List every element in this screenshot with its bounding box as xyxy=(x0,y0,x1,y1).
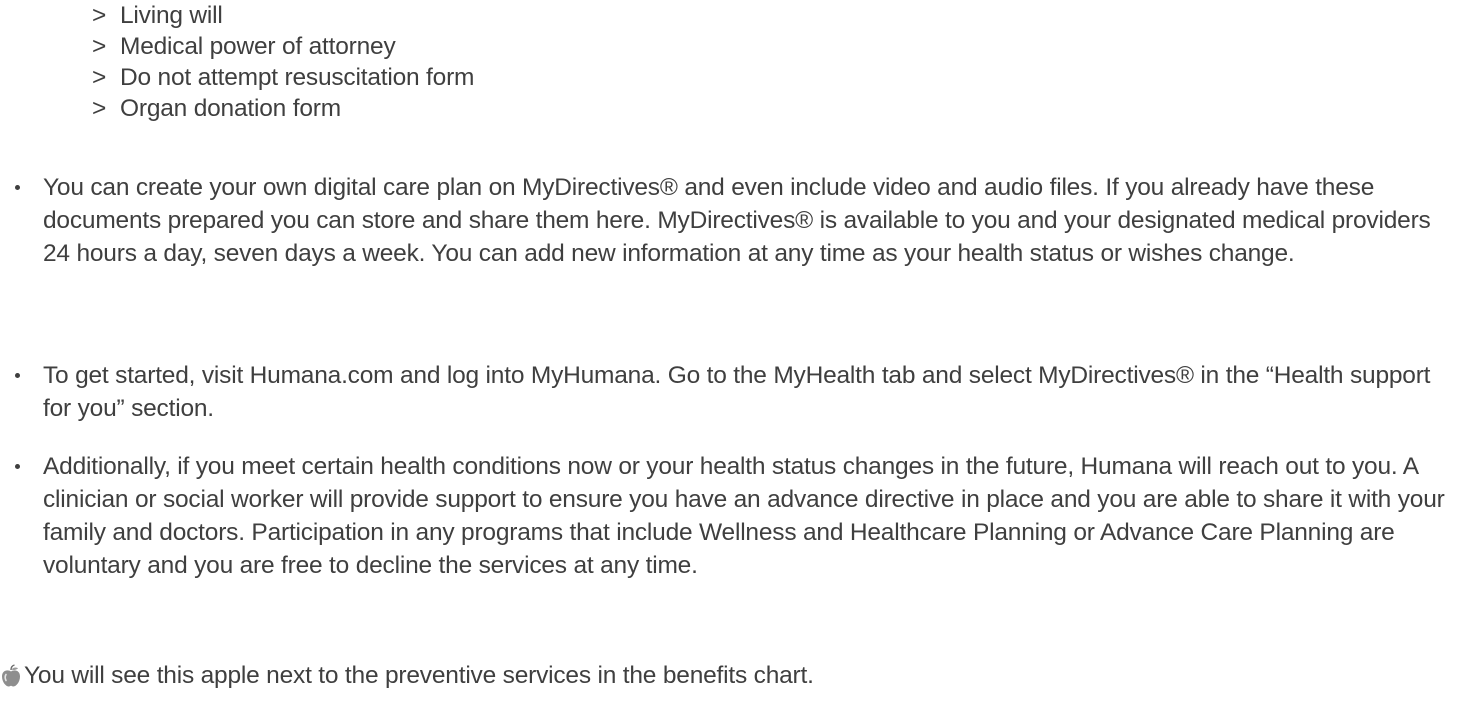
list-item: > Medical power of attorney xyxy=(92,31,474,62)
list-item-label: Do not attempt resuscitation form xyxy=(120,64,475,91)
chevron-right-icon: > xyxy=(92,33,107,60)
list-item-label: Living will xyxy=(120,2,223,29)
list-item-label: Organ donation form xyxy=(120,95,341,122)
list-item: > Living will xyxy=(92,0,474,31)
bullet-icon xyxy=(15,373,20,378)
document-page: > Living will > Medical power of attorne… xyxy=(0,0,1460,702)
footnote-text: You will see this apple next to the prev… xyxy=(24,662,814,689)
list-item: > Do not attempt resuscitation form xyxy=(92,62,474,93)
bullet-icon xyxy=(15,185,20,190)
footnote: You will see this apple next to the prev… xyxy=(0,659,814,692)
apple-icon xyxy=(2,663,20,686)
bullet-icon xyxy=(15,464,20,469)
bullet-text: To get started, visit Humana.com and log… xyxy=(43,362,1431,422)
chevron-right-icon: > xyxy=(92,64,107,91)
bullet-text: You can create your own digital care pla… xyxy=(43,174,1431,267)
list-item: > Organ donation form xyxy=(92,93,474,124)
directive-forms-list: > Living will > Medical power of attorne… xyxy=(92,0,474,124)
chevron-right-icon: > xyxy=(92,2,107,29)
list-item-label: Medical power of attorney xyxy=(120,33,396,60)
bullet-text: Additionally, if you meet certain health… xyxy=(43,453,1445,579)
chevron-right-icon: > xyxy=(92,95,107,122)
